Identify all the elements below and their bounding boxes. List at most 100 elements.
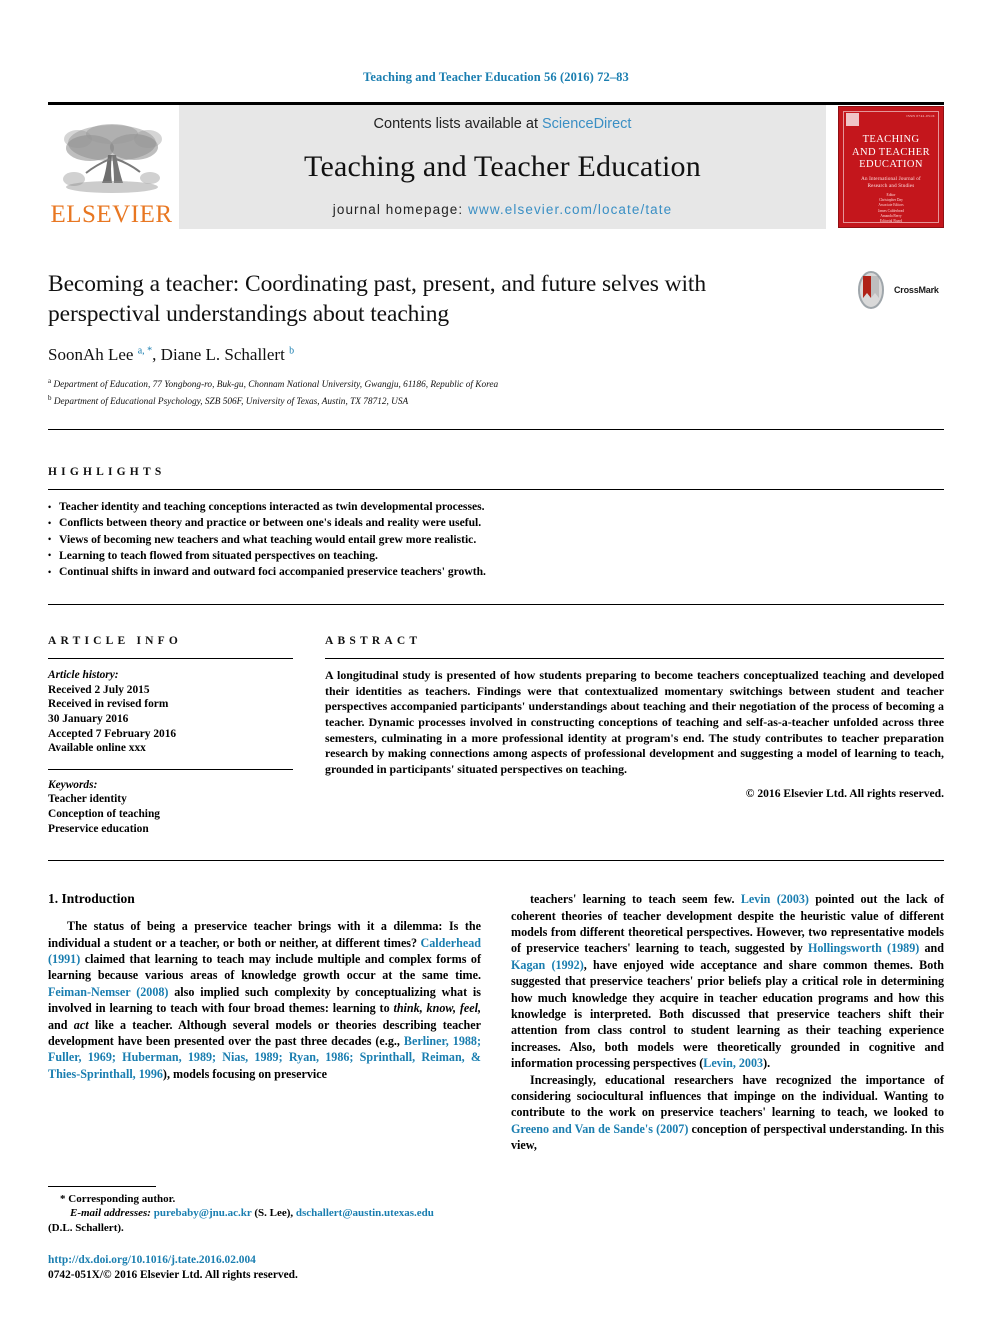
- article-history-line: 30 January 2016: [48, 712, 129, 725]
- body-left-column: 1. Introduction The status of being a pr…: [48, 891, 481, 1154]
- intro-paragraph-right-1: teachers' learning to teach seem few. Le…: [511, 891, 944, 1071]
- affiliations: a Department of Education, 77 Yongbong-r…: [48, 375, 944, 409]
- author-list: SoonAh Lee a, *, Diane L. Schallert b: [48, 345, 944, 365]
- author-list-html: SoonAh Lee a, *, Diane L. Schallert b: [48, 345, 295, 364]
- contents-prefix: Contents lists available at: [373, 116, 542, 132]
- body-columns: 1. Introduction The status of being a pr…: [48, 891, 944, 1154]
- crossmark-icon: [858, 271, 884, 309]
- doi-block: http://dx.doi.org/10.1016/j.tate.2016.02…: [48, 1253, 499, 1283]
- affiliation-a-text: Department of Education, 77 Yongbong-ro,…: [53, 380, 499, 391]
- emphasis-text: act: [73, 1017, 89, 1032]
- body-text: claimed that learning to teach may inclu…: [48, 951, 481, 983]
- body-text: teachers' learning to teach seem few.: [530, 892, 741, 907]
- article-page: Teaching and Teacher Education 56 (2016)…: [0, 0, 992, 1323]
- citation-link[interactable]: Greeno and Van de Sande's (2007): [511, 1122, 688, 1136]
- cover-subtitle-line-2: Research and Studies: [867, 183, 915, 189]
- intro-paragraph-right-2: Increasingly, educational researchers ha…: [511, 1072, 944, 1154]
- abstract-rule: [325, 658, 944, 660]
- citation-link[interactable]: Kagan (1992): [511, 958, 584, 972]
- intro-paragraph-left: The status of being a preservice teacher…: [48, 918, 481, 1082]
- article-info-rule: [48, 658, 293, 660]
- email-line: E-mail addresses: purebaby@jnu.ac.kr (S.…: [48, 1206, 499, 1220]
- keywords-list: Teacher identity Conception of teaching Pr…: [48, 792, 293, 836]
- section-title-introduction: 1. Introduction: [48, 891, 135, 907]
- contents-available-line: Contents lists available at ScienceDirec…: [374, 116, 632, 132]
- body-text: ).: [763, 1056, 771, 1071]
- sciencedirect-link[interactable]: ScienceDirect: [542, 116, 631, 132]
- cover-issn: ISSN 0742-051X: [906, 114, 935, 118]
- keyword-item: Conception of teaching: [48, 807, 161, 820]
- article-history-line: Received 2 July 2015: [48, 683, 150, 696]
- email-owner-1: (S. Lee),: [251, 1207, 296, 1220]
- cover-title-line-2: AND TEACHER: [852, 146, 930, 158]
- elsevier-wordmark: ELSEVIER: [50, 201, 173, 228]
- body-text: and: [919, 941, 944, 956]
- keyword-item: Preservice education: [48, 822, 149, 835]
- highlights-label: HIGHLIGHTS: [48, 466, 166, 479]
- keywords-header: Keywords:: [48, 778, 98, 791]
- body-text: ), models focusing on preservice: [162, 1066, 327, 1081]
- email-link-1[interactable]: purebaby@jnu.ac.kr: [154, 1207, 252, 1219]
- highlight-item: Learning to teach flowed from situated p…: [48, 547, 944, 564]
- body-text: , have enjoyed wide acceptance and share…: [511, 957, 944, 1071]
- keywords-rule: [48, 768, 293, 770]
- corresponding-author-line: * Corresponding author.: [60, 1192, 176, 1205]
- corresponding-author-note: * Corresponding author. E-mail addresses…: [48, 1192, 499, 1235]
- highlights-top-rule: [48, 429, 944, 431]
- body-text: and: [48, 1017, 74, 1032]
- article-history: Article history: Received 2 July 2015 Rec…: [48, 668, 293, 756]
- highlights-rule: [48, 489, 944, 491]
- highlight-item: Conflicts between theory and practice or…: [48, 515, 944, 531]
- journal-band: Contents lists available at ScienceDirec…: [179, 105, 826, 229]
- homepage-prefix: journal homepage:: [332, 202, 469, 217]
- body-right-column: teachers' learning to teach seem few. Le…: [511, 891, 944, 1154]
- crossmark-label: CrossMark: [894, 285, 939, 295]
- article-history-header: Article history:: [48, 669, 119, 682]
- affiliation-b: b Department of Educational Psychology, …: [48, 394, 409, 408]
- journal-homepage-link[interactable]: www.elsevier.com/locate/tate: [468, 202, 672, 217]
- affiliation-a: a Department of Education, 77 Yongbong-r…: [48, 377, 499, 391]
- info-abstract-section: ARTICLE INFO Article history: Received 2…: [48, 635, 944, 836]
- elsevier-logo: ELSEVIER: [48, 105, 175, 229]
- keyword-item: Teacher identity: [48, 793, 127, 806]
- affiliation-b-text: Department of Educational Psychology, SZ…: [53, 397, 409, 408]
- crossmark-badge[interactable]: CrossMark: [852, 269, 944, 311]
- article-history-line: Accepted 7 February 2016: [48, 727, 177, 740]
- highlights-list: Teacher identity and teaching conception…: [48, 499, 944, 580]
- highlight-item: Continual shifts in inward and outward f…: [48, 563, 944, 580]
- title-block: Becoming a teacher: Coordinating past, p…: [48, 269, 944, 409]
- cover-editor-block: Editor Christopher Day Associate Editors J…: [877, 193, 905, 224]
- cover-title-line-3: EDUCATION: [859, 159, 923, 170]
- cover-title-line-1: TEACHING: [862, 134, 920, 145]
- elsevier-tree-icon: [62, 124, 162, 193]
- email-link-2[interactable]: dschallert@austin.utexas.edu: [296, 1207, 434, 1219]
- cover-elsevier-mark: [846, 113, 859, 126]
- citation-link[interactable]: Levin, 2003: [703, 1056, 763, 1070]
- body-top-rule: [48, 860, 944, 862]
- abstract-label: ABSTRACT: [325, 635, 422, 648]
- article-info-column: ARTICLE INFO Article history: Received 2…: [48, 635, 293, 836]
- cover-title: TEACHING AND TEACHER EDUCATION: [839, 134, 943, 172]
- journal-cover-thumbnail[interactable]: ISSN 0742-051X TEACHING AND TEACHER EDUC…: [838, 106, 944, 228]
- article-history-lines: Received 2 July 2015 Received in revised …: [48, 683, 293, 756]
- abstract-text: A longitudinal study is presented of how…: [325, 668, 944, 776]
- highlight-item: Teacher identity and teaching conception…: [48, 499, 944, 515]
- footnote-rule: [48, 1185, 156, 1187]
- highlights-section: HIGHLIGHTS Teacher identity and teaching…: [48, 466, 944, 580]
- doi-link[interactable]: http://dx.doi.org/10.1016/j.tate.2016.02…: [48, 1253, 499, 1268]
- email-owner-2: (D.L. Schallert).: [48, 1221, 124, 1234]
- emphasis-text: think, know, feel,: [393, 1001, 481, 1016]
- citation-link[interactable]: Feiman-Nemser (2008): [48, 985, 168, 999]
- running-head: Teaching and Teacher Education 56 (2016)…: [363, 70, 629, 84]
- citation-link[interactable]: Hollingsworth (1989): [808, 941, 919, 955]
- cover-subtitle: An International Journal of Research and…: [839, 177, 943, 190]
- citation-link[interactable]: Levin (2003): [741, 892, 809, 906]
- article-info-label: ARTICLE INFO: [48, 635, 183, 648]
- article-history-line: Available online xxx: [48, 742, 146, 755]
- issn-copyright-line: 0742-051X/© 2016 Elsevier Ltd. All right…: [48, 1269, 298, 1281]
- abstract-column: ABSTRACT A longitudinal study is present…: [325, 635, 944, 836]
- body-text: Increasingly, educational researchers ha…: [511, 1072, 944, 1120]
- journal-masthead: ELSEVIER Contents lists available at Sci…: [48, 102, 944, 229]
- info-top-rule: [48, 604, 944, 606]
- email-label: E-mail addresses:: [70, 1207, 151, 1220]
